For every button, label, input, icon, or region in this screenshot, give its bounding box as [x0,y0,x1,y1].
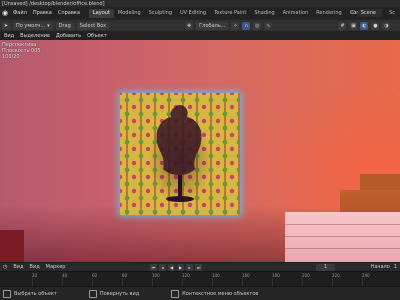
ruler-tick: 60 [92,273,98,286]
tab-modeling[interactable]: Modeling [114,9,145,18]
3d-viewport[interactable]: Перспектива Плоскость 005 100/20 [0,40,400,262]
tab-uv-editing[interactable]: UV Editing [176,9,210,18]
start-frame[interactable]: 1 [394,264,397,270]
menu-select[interactable]: Выделение [20,33,50,39]
shading-solid-icon[interactable]: ● [371,21,380,30]
menu-object[interactable]: Объект [87,33,107,39]
tab-animation[interactable]: Animation [279,9,313,18]
ruler-tick: 240 [362,273,370,286]
drag-dropdown[interactable]: Drag [55,21,74,30]
status-rotate: Повернуть вид [99,290,140,297]
shading-material-icon[interactable]: ◑ [382,21,391,30]
viewport-header: Вид Выделение Добавить Объект [0,31,400,40]
tool-header: ➤ По умолч... ▾ Drag Select Box ✥ Глобаль… [0,19,400,31]
camera-icon[interactable]: ▣ [349,21,358,30]
viewport-overlay-text: Перспектива Плоскость 005 100/20 [2,42,41,60]
timeline-header: ◷ Вид Вид Маркер ⏮ ◂ ◀ ▶ ▸ ⏭ 1 Начало 1 [0,262,400,271]
ruler-tick: 180 [272,273,280,286]
stats: 100/20 [2,54,20,60]
next-key-icon[interactable]: ▸ [186,263,193,271]
magnet-icon[interactable]: ∩ [242,21,251,30]
playback-controls: ⏮ ◂ ◀ ▶ ▸ ⏭ [150,263,202,271]
pivot-dropdown[interactable]: Глобаль... [196,21,229,30]
scene-name[interactable]: Scene [357,9,382,17]
menu-edit[interactable]: Правка [30,10,55,16]
tab-shading[interactable]: Shading [250,9,278,18]
drag-label: Drag [58,22,71,29]
ruler-tick: 140 [212,273,220,286]
current-frame[interactable]: 1 [316,263,336,271]
blender-logo-icon[interactable]: ◉ [0,8,10,18]
jump-start-icon[interactable]: ⏮ [150,263,157,271]
jump-end-icon[interactable]: ⏭ [195,263,202,271]
tab-rendering[interactable]: Rendering [312,9,346,18]
grid-icon[interactable]: # [338,21,347,30]
menu-file[interactable]: Файл [10,10,30,16]
scene-icon: ⎔ [351,10,356,16]
menu-add[interactable]: Добавить [56,33,81,39]
snap-icon[interactable]: ⋄ [231,21,240,30]
start-label: Начало [370,264,390,270]
tab-scripting[interactable]: Sc [385,9,399,18]
cursor-icon[interactable]: ➤ [2,21,10,30]
mouse-middle-icon [88,289,97,298]
menu-view[interactable]: Вид [4,33,14,39]
ruler-tick: 20 [32,273,38,286]
select-box-dropdown[interactable]: Select Box [76,21,110,30]
ruler-tick: 80 [122,273,128,286]
painting-plane[interactable] [120,93,240,215]
ruler-tick: 160 [242,273,250,286]
menubar: ◉ Файл Правка Справка Layout Modeling Sc… [0,7,400,19]
ruler-tick: 40 [62,273,68,286]
status-bar: Выбрать объект Повернуть вид Контекстное… [0,286,400,300]
status-context: Контекстное меню объектов [182,290,259,297]
file-path: [Unsaved] /desktop/blender/office.blend] [2,0,105,7]
status-select: Выбрать объект [14,290,57,297]
scene-selector[interactable]: ⎔ Scene [351,9,382,17]
overlay-icon[interactable]: ◐ [360,21,369,30]
cabinet[interactable] [285,212,400,262]
mouse-right-icon [171,289,180,298]
pivot-label: Глобаль... [199,22,226,29]
chevron-down-icon: ▾ [47,22,50,29]
select-label: Select Box [79,22,107,29]
ruler-tick: 100 [152,273,160,286]
timeline-editor-icon[interactable]: ◷ [3,264,7,270]
timeline-ruler[interactable]: 20 40 60 80 100 120 140 160 180 200 220 … [0,271,400,286]
play-reverse-icon[interactable]: ◀ [168,263,175,271]
tab-sculpting[interactable]: Sculpting [145,9,176,18]
tab-layout[interactable]: Layout [88,8,114,18]
orientation-label: По умолч... [16,22,46,29]
left-object[interactable] [0,230,24,262]
orientation-dropdown[interactable]: По умолч... ▾ [13,21,53,30]
falloff-icon[interactable]: ∿ [264,21,273,30]
mouse-left-icon [3,289,11,298]
ruler-tick: 220 [332,273,340,286]
prev-key-icon[interactable]: ◂ [159,263,166,271]
proportional-icon[interactable]: ◎ [253,21,262,30]
play-icon[interactable]: ▶ [177,263,184,271]
tab-texture-paint[interactable]: Texture Paint [210,9,250,18]
ruler-tick: 200 [302,273,310,286]
timeline-menu-view[interactable]: Вид [13,264,23,270]
ruler-tick: 120 [182,273,190,286]
timeline-menu-view-2[interactable]: Вид [30,264,40,270]
transform-icon[interactable]: ✥ [185,21,194,30]
menu-help[interactable]: Справка [55,10,83,16]
timeline-menu-marker[interactable]: Маркер [46,264,66,270]
window-titlebar: [Unsaved] /desktop/blender/office.blend] [0,0,400,7]
mannequin-figure [156,105,202,202]
